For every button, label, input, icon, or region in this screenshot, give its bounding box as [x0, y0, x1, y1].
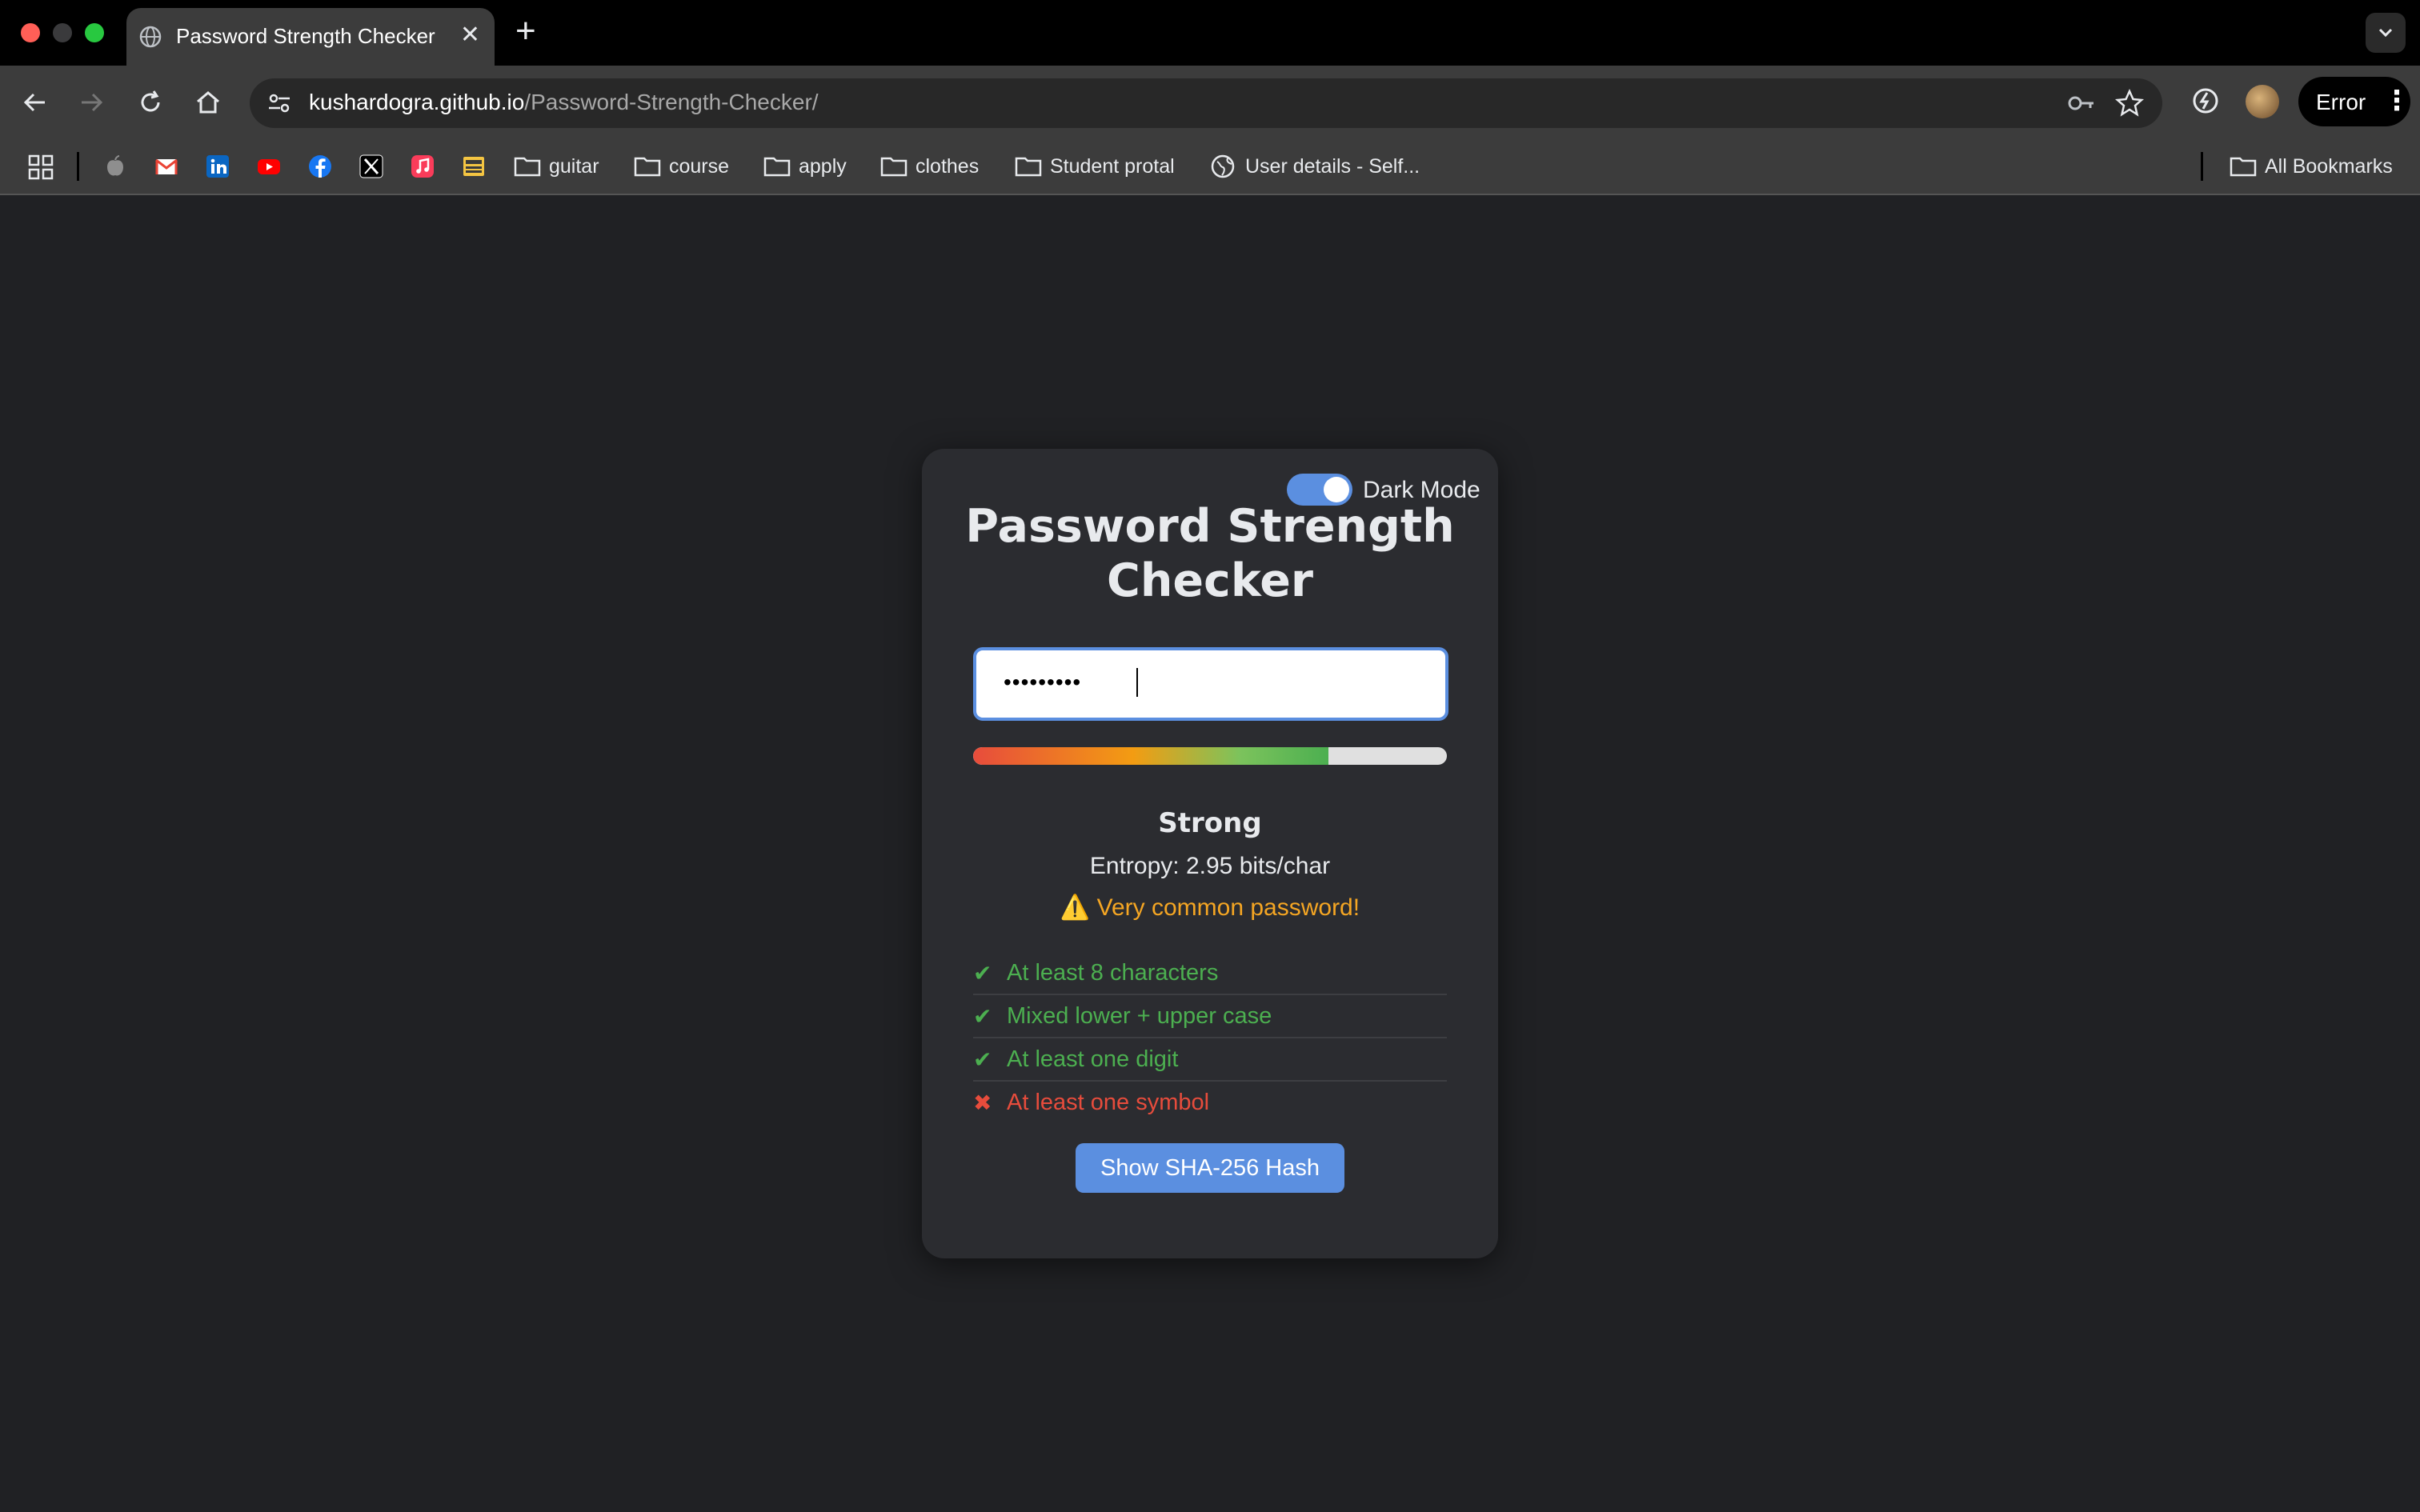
tab-title: Password Strength Checker	[176, 24, 435, 48]
url-host: kushardogra.github.io	[309, 90, 525, 114]
minimize-window-button[interactable]	[53, 23, 72, 42]
profile-error-button[interactable]: Error ⋮	[2298, 77, 2410, 126]
bookmarks-separator	[77, 152, 79, 181]
globe-icon	[1211, 154, 1235, 178]
folder-icon	[1015, 157, 1042, 177]
common-password-warning: ⚠️ Very common password!	[1060, 894, 1360, 921]
tab-strip: Password Strength Checker ✕ +	[0, 0, 2420, 66]
music-icon[interactable]	[410, 154, 435, 179]
linkedin-icon[interactable]	[205, 154, 230, 179]
password-checker-card: Dark Mode Password Strength Checker •••••…	[922, 449, 1498, 1258]
bookmark-label: guitar	[549, 155, 599, 178]
bookmark-label: Student protal	[1050, 155, 1175, 178]
password-input[interactable]: •••••••••	[973, 647, 1448, 721]
check-icon: ✔	[973, 1004, 992, 1029]
gmail-icon[interactable]	[154, 154, 179, 179]
text-caret	[1136, 668, 1138, 697]
apps-grid-icon[interactable]	[27, 154, 54, 181]
error-label: Error	[2316, 90, 2366, 114]
reload-icon[interactable]	[136, 88, 165, 117]
requirements-list: ✔ At least 8 characters ✔ Mixed lower + …	[973, 952, 1447, 1123]
list-item: ✔ At least one digit	[973, 1038, 1447, 1082]
back-arrow-icon[interactable]	[21, 88, 50, 117]
url-text: kushardogra.github.io/Password-Strength-…	[309, 90, 819, 115]
close-tab-icon[interactable]: ✕	[460, 21, 480, 49]
youtube-icon[interactable]	[256, 154, 282, 179]
folder-icon	[514, 157, 541, 177]
password-masked-value: •••••••••	[1004, 670, 1082, 694]
maximize-window-button[interactable]	[85, 23, 104, 42]
apple-icon[interactable]	[102, 154, 128, 179]
list-item: ✔ Mixed lower + upper case	[973, 995, 1447, 1038]
bookmarks-bar: guitar course apply clothes Student prot…	[0, 139, 2420, 195]
bookmark-label: clothes	[916, 155, 980, 178]
forward-arrow-icon[interactable]	[77, 88, 106, 117]
bookmark-label: course	[669, 155, 730, 178]
tab-password-strength-checker[interactable]: Password Strength Checker ✕	[126, 8, 495, 66]
check-icon: ✔	[973, 961, 992, 986]
x-twitter-icon[interactable]	[359, 154, 384, 179]
performance-icon[interactable]	[2190, 85, 2222, 117]
facebook-icon[interactable]	[307, 154, 333, 179]
rule-label: Mixed lower + upper case	[1007, 1003, 1272, 1029]
profile-avatar[interactable]	[2246, 85, 2279, 118]
site-settings-icon[interactable]	[266, 90, 293, 117]
all-bookmarks-label: All Bookmarks	[2265, 155, 2393, 178]
list-item: ✔ At least 8 characters	[973, 952, 1447, 995]
entropy-text: Entropy: 2.95 bits/char	[1089, 853, 1331, 879]
rule-label: At least one digit	[1007, 1046, 1179, 1072]
more-menu-icon[interactable]: ⋮	[2383, 85, 2410, 117]
folder-icon	[880, 157, 908, 177]
close-window-button[interactable]	[21, 23, 40, 42]
folder-icon	[634, 157, 661, 177]
address-bar[interactable]: kushardogra.github.io/Password-Strength-…	[250, 78, 2162, 128]
toolbar: kushardogra.github.io/Password-Strength-…	[0, 66, 2420, 139]
tab-search-button[interactable]	[2366, 13, 2406, 53]
folder-icon	[2230, 157, 2257, 177]
page-title: Password Strength Checker	[965, 500, 1455, 607]
bookmark-label: User details - Self...	[1245, 155, 1420, 178]
check-icon: ✔	[973, 1047, 992, 1072]
chevron-down-icon	[2378, 28, 2393, 38]
rule-label: At least one symbol	[1007, 1090, 1210, 1115]
bookmark-site-icon[interactable]	[461, 154, 487, 179]
password-key-icon[interactable]	[2066, 90, 2097, 117]
bookmarks-separator	[2201, 152, 2203, 181]
url-path: /Password-Strength-Checker/	[524, 90, 819, 114]
strength-label: Strong	[1158, 807, 1262, 839]
bookmark-star-icon[interactable]	[2114, 88, 2145, 118]
strength-meter	[973, 747, 1447, 765]
browser-chrome: Password Strength Checker ✕ + kushardogr…	[0, 0, 2420, 195]
globe-icon	[139, 26, 162, 48]
folder-icon	[763, 157, 791, 177]
bookmark-label: apply	[799, 155, 847, 178]
new-tab-icon[interactable]: +	[515, 11, 536, 51]
strength-meter-fill	[973, 747, 1328, 765]
home-icon[interactable]	[194, 88, 222, 117]
list-item: ✖ At least one symbol	[973, 1082, 1447, 1123]
rule-label: At least 8 characters	[1007, 960, 1219, 986]
cross-icon: ✖	[973, 1090, 992, 1115]
show-hash-button[interactable]: Show SHA-256 Hash	[1076, 1143, 1344, 1193]
